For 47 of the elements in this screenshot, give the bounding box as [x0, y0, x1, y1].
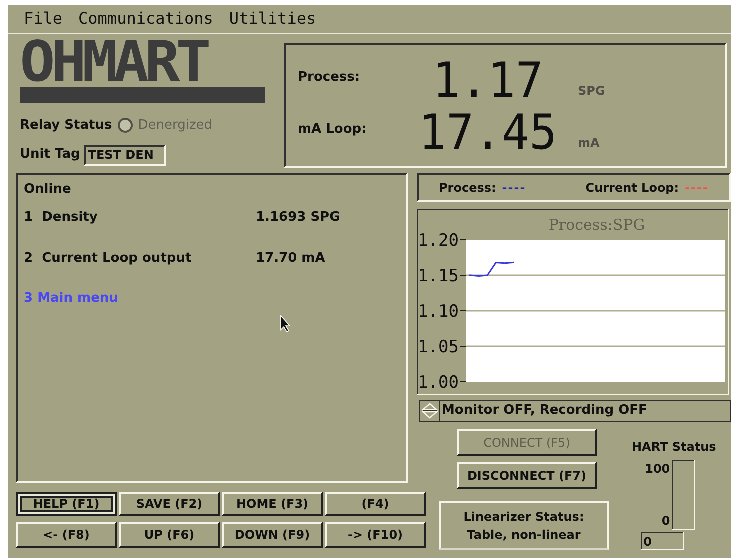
function-key-button[interactable]: <- (F8) — [16, 522, 117, 548]
scale-max-label: 100 — [645, 461, 670, 478]
menu-item[interactable]: File — [24, 7, 63, 31]
y-tick-label: 1.20 — [418, 231, 459, 251]
unit-tag-label: Unit Tag — [20, 146, 80, 164]
hart-status-title: HART Status — [632, 439, 716, 456]
y-tick-label: 1.00 — [418, 373, 459, 393]
function-key-button[interactable]: SAVE (F2) — [119, 492, 220, 516]
process-line — [470, 262, 514, 277]
readout-unit: SPG — [578, 82, 606, 100]
function-key-button[interactable]: -> (F10) — [325, 522, 426, 548]
scale-min-label: 0 — [662, 513, 670, 530]
readout-value: 1.17 — [432, 54, 544, 105]
function-key-button[interactable]: UP (F6) — [119, 522, 220, 548]
connect-button[interactable]: DISCONNECT (F7) — [457, 462, 597, 489]
menu-item[interactable]: Communications — [78, 7, 214, 31]
legend-line: ---- — [502, 180, 526, 196]
readout-label: mA Loop: — [298, 121, 368, 139]
menu-item[interactable]: Utilities — [229, 7, 316, 31]
function-key-button[interactable]: (F4) — [325, 492, 426, 516]
status-text: Monitor OFF, Recording OFF — [441, 402, 648, 420]
unit-tag-field[interactable]: TEST DEN — [84, 144, 166, 166]
menu-item-label[interactable]: 2 Current Loop output — [24, 249, 256, 268]
legend-line: ---- — [685, 180, 709, 196]
panel-title: Online — [24, 181, 72, 199]
readout-unit: mA — [578, 134, 600, 152]
readout-label: Process: — [298, 69, 362, 87]
linearizer-status-text: Table, non-linear — [467, 526, 581, 544]
y-tick-label: 1.10 — [418, 302, 459, 322]
menu-item-value: 1.1693 SPG — [256, 208, 340, 226]
legend-label: Current Loop: — [586, 180, 680, 196]
y-tick-label: 1.15 — [418, 266, 459, 286]
legend-label: Process: — [439, 180, 496, 196]
cursor-icon — [280, 315, 292, 333]
spin-icon[interactable] — [420, 401, 440, 421]
function-key-button[interactable]: HELP (F1) — [16, 492, 117, 516]
readout-value: 17.45 — [418, 106, 558, 157]
chart-title: Process:SPG — [548, 215, 646, 236]
relay-status-label: Relay Status — [20, 117, 112, 135]
function-key-button[interactable]: HOME (F3) — [222, 492, 323, 516]
menu-item-value: 17.70 mA — [256, 250, 326, 268]
hart-status-value: 0 — [640, 532, 684, 550]
menu-item-label[interactable]: 1 Density — [24, 208, 256, 227]
function-key-button[interactable]: DOWN (F9) — [222, 522, 323, 548]
linearizer-status-text: Linearizer Status: — [464, 508, 584, 526]
y-tick-label: 1.05 — [418, 338, 459, 358]
relay-status-value: Denergized — [138, 117, 213, 135]
